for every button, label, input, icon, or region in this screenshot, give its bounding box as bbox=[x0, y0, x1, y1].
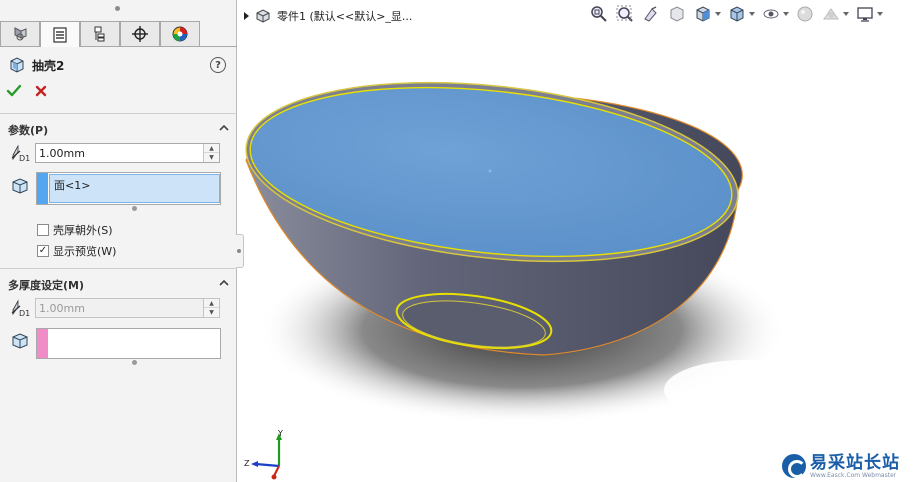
show-preview-label: 显示预览(W) bbox=[53, 245, 117, 258]
thickness-spinner[interactable]: ▲ ▼ bbox=[203, 144, 219, 162]
crosshair-icon bbox=[132, 26, 148, 42]
multi-thickness-input[interactable]: 1.00mm ▲ ▼ bbox=[35, 298, 220, 318]
thickness-input[interactable]: 1.00mm ▲ ▼ bbox=[35, 143, 220, 163]
selection-color-swatch bbox=[37, 329, 48, 358]
face-item: 面<1> bbox=[54, 179, 91, 192]
faces-to-remove-icon bbox=[12, 178, 28, 194]
feature-name: 抽壳2 bbox=[32, 58, 65, 73]
triad-z-label: Z bbox=[244, 459, 250, 468]
multi-thickness-value: 1.00mm bbox=[39, 301, 85, 315]
selection-color-swatch bbox=[37, 173, 48, 204]
triad-y-label: Y bbox=[277, 429, 283, 438]
shell-outward-checkbox[interactable] bbox=[37, 224, 49, 236]
show-preview-option[interactable]: ✓ 显示预览(W) bbox=[37, 243, 116, 259]
multi-thickness-group-header[interactable]: 多厚度设定(M) bbox=[0, 273, 237, 295]
tab-dimxpert-manager[interactable] bbox=[120, 21, 160, 46]
chevron-up-icon[interactable] bbox=[218, 122, 230, 134]
spin-up-icon[interactable]: ▲ bbox=[204, 299, 219, 308]
watermark-subtitle: Www.Easck.Com Webmaster bbox=[810, 471, 897, 479]
tab-feature-manager[interactable] bbox=[0, 21, 40, 46]
face-origin-marker bbox=[488, 169, 492, 173]
shell-bowl-model[interactable] bbox=[244, 0, 914, 482]
help-button[interactable]: ? bbox=[210, 57, 226, 73]
shell-outward-label: 壳厚朝外(S) bbox=[53, 224, 113, 237]
svg-text:D1: D1 bbox=[19, 309, 30, 318]
list-resize-grip[interactable] bbox=[132, 360, 137, 365]
multi-thickness-d1-icon: D1 bbox=[11, 299, 30, 318]
show-preview-checkbox[interactable]: ✓ bbox=[37, 245, 49, 257]
shadow-highlight bbox=[664, 360, 824, 420]
multi-thickness-group-title: 多厚度设定(M) bbox=[8, 279, 85, 292]
svg-text:D1: D1 bbox=[19, 154, 30, 163]
section-divider bbox=[0, 113, 237, 114]
thickness-value: 1.00mm bbox=[39, 146, 85, 160]
spin-down-icon[interactable]: ▼ bbox=[204, 153, 219, 162]
chevron-up-icon[interactable] bbox=[218, 277, 230, 289]
spin-up-icon[interactable]: ▲ bbox=[204, 144, 219, 153]
parameters-group-title: 参数(P) bbox=[8, 124, 49, 137]
tab-property-manager[interactable] bbox=[40, 21, 80, 47]
shell-outward-option[interactable]: 壳厚朝外(S) bbox=[37, 222, 113, 238]
ok-checkmark-icon[interactable] bbox=[6, 83, 22, 99]
multi-thickness-spinner[interactable]: ▲ ▼ bbox=[203, 299, 219, 317]
feature-tree-icon bbox=[14, 27, 27, 41]
panel-collapse-handle[interactable] bbox=[236, 234, 244, 268]
spin-down-icon[interactable]: ▼ bbox=[204, 308, 219, 317]
display-manager-icon bbox=[172, 26, 188, 42]
parameters-group-header[interactable]: 参数(P) bbox=[0, 118, 237, 140]
section-divider bbox=[0, 268, 237, 269]
graphics-area[interactable]: 零件1 (默认<<默认>_显... Y Z 易采站长站 Www.Easck.Co… bbox=[244, 0, 914, 482]
tab-display-manager[interactable] bbox=[160, 21, 200, 46]
property-manager-panel: 抽壳2 ? 参数(P) D1 1.00mm ▲ ▼ 面<1> 壳厚朝外(S) ✓ … bbox=[0, 0, 237, 482]
reference-triad: Y Z bbox=[244, 429, 283, 480]
feature-title: 抽壳2 bbox=[8, 56, 64, 74]
tab-configuration-manager[interactable] bbox=[80, 21, 120, 46]
watermark-logo-icon bbox=[782, 454, 806, 478]
multi-thickness-faces-list[interactable] bbox=[36, 328, 221, 359]
cancel-x-icon[interactable] bbox=[33, 83, 49, 99]
manager-tabbar bbox=[0, 21, 237, 47]
configuration-icon bbox=[94, 26, 105, 42]
selected-face-row[interactable]: 面<1> bbox=[49, 174, 220, 203]
thickness-d1-icon: D1 bbox=[11, 144, 30, 163]
list-resize-grip[interactable] bbox=[132, 206, 137, 211]
panel-grip[interactable] bbox=[115, 6, 120, 11]
site-watermark: 易采站长站 Www.Easck.Com Webmaster bbox=[782, 450, 914, 482]
faces-to-remove-list[interactable]: 面<1> bbox=[36, 172, 221, 205]
watermark-title: 易采站长站 bbox=[810, 452, 900, 473]
shell-feature-icon bbox=[10, 57, 24, 73]
property-manager-icon bbox=[53, 26, 67, 43]
multi-thickness-faces-icon bbox=[12, 333, 28, 349]
